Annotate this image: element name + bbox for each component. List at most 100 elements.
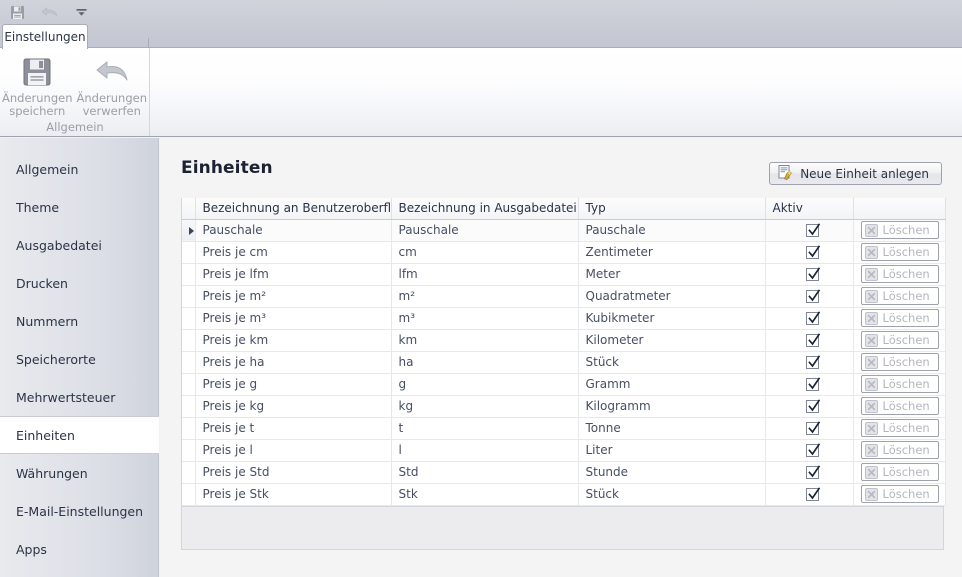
aktiv-checkbox[interactable] bbox=[806, 465, 821, 479]
discard-changes-button[interactable]: Änderungen verwerfen bbox=[75, 48, 150, 120]
cell-ui-name[interactable]: Preis je ha bbox=[195, 351, 392, 374]
cell-aktiv[interactable] bbox=[765, 417, 854, 440]
column-header-aktiv[interactable]: Aktiv bbox=[765, 198, 854, 220]
delete-row-button[interactable]: Löschen bbox=[860, 463, 939, 481]
column-header-typ[interactable]: Typ bbox=[578, 198, 766, 220]
row-indicator-cell[interactable] bbox=[182, 307, 196, 330]
cell-aktiv[interactable] bbox=[765, 329, 854, 352]
cell-typ[interactable]: Stunde bbox=[578, 461, 766, 484]
table-row[interactable]: Preis je Stk Stk Stück Löschen bbox=[182, 483, 946, 506]
delete-row-button[interactable]: Löschen bbox=[860, 375, 939, 393]
save-icon[interactable] bbox=[8, 3, 26, 21]
cell-typ[interactable]: Gramm bbox=[578, 373, 766, 396]
cell-typ[interactable]: Pauschale bbox=[578, 219, 766, 242]
tab-einstellungen[interactable]: Einstellungen bbox=[2, 24, 88, 49]
cell-ui-name[interactable]: Preis je km bbox=[195, 329, 392, 352]
sidebar-item-apps[interactable]: Apps bbox=[0, 530, 158, 568]
table-row[interactable]: Preis je cm cm Zentimeter Löschen bbox=[182, 241, 946, 264]
sidebar-item-nummern[interactable]: Nummern bbox=[0, 302, 158, 340]
cell-ui-name[interactable]: Preis je m³ bbox=[195, 307, 392, 330]
row-indicator-cell[interactable] bbox=[182, 417, 196, 440]
sidebar-item-einheiten[interactable]: Einheiten bbox=[0, 416, 159, 454]
cell-typ[interactable]: Tonne bbox=[578, 417, 766, 440]
aktiv-checkbox[interactable] bbox=[806, 223, 821, 237]
delete-row-button[interactable]: Löschen bbox=[860, 309, 939, 327]
delete-row-button[interactable]: Löschen bbox=[860, 397, 939, 415]
cell-aktiv[interactable] bbox=[765, 285, 854, 308]
aktiv-checkbox[interactable] bbox=[806, 267, 821, 281]
delete-row-button[interactable]: Löschen bbox=[860, 221, 939, 239]
cell-aktiv[interactable] bbox=[765, 351, 854, 374]
cell-typ[interactable]: Liter bbox=[578, 439, 766, 462]
table-row[interactable]: Preis je m³ m³ Kubikmeter Löschen bbox=[182, 307, 946, 330]
cell-output-name[interactable]: m² bbox=[391, 285, 579, 308]
sidebar-item-theme[interactable]: Theme bbox=[0, 188, 158, 226]
table-row[interactable]: Pauschale Pauschale Pauschale Löschen bbox=[182, 219, 946, 242]
cell-typ[interactable]: Kilogramm bbox=[578, 395, 766, 418]
aktiv-checkbox[interactable] bbox=[806, 289, 821, 303]
aktiv-checkbox[interactable] bbox=[806, 355, 821, 369]
sidebar-item-speicherorte[interactable]: Speicherorte bbox=[0, 340, 158, 378]
cell-aktiv[interactable] bbox=[765, 241, 854, 264]
cell-aktiv[interactable] bbox=[765, 307, 854, 330]
save-changes-button[interactable]: Änderungen speichern bbox=[0, 48, 75, 120]
cell-output-name[interactable]: ha bbox=[391, 351, 579, 374]
cell-ui-name[interactable]: Preis je t bbox=[195, 417, 392, 440]
row-indicator-cell[interactable] bbox=[182, 263, 196, 286]
cell-typ[interactable]: Kubikmeter bbox=[578, 307, 766, 330]
cell-ui-name[interactable]: Preis je m² bbox=[195, 285, 392, 308]
aktiv-checkbox[interactable] bbox=[806, 487, 821, 501]
cell-typ[interactable]: Meter bbox=[578, 263, 766, 286]
sidebar-item-drucken[interactable]: Drucken bbox=[0, 264, 158, 302]
row-indicator-cell[interactable] bbox=[182, 329, 196, 352]
table-row[interactable]: Preis je km km Kilometer Löschen bbox=[182, 329, 946, 352]
cell-aktiv[interactable] bbox=[765, 373, 854, 396]
aktiv-checkbox[interactable] bbox=[806, 333, 821, 347]
cell-ui-name[interactable]: Pauschale bbox=[195, 219, 392, 242]
cell-aktiv[interactable] bbox=[765, 219, 854, 242]
table-row[interactable]: Preis je m² m² Quadratmeter Löschen bbox=[182, 285, 946, 308]
cell-ui-name[interactable]: Preis je l bbox=[195, 439, 392, 462]
delete-row-button[interactable]: Löschen bbox=[860, 353, 939, 371]
cell-ui-name[interactable]: Preis je g bbox=[195, 373, 392, 396]
cell-output-name[interactable]: l bbox=[391, 439, 579, 462]
aktiv-checkbox[interactable] bbox=[806, 245, 821, 259]
sidebar-item-allgemein[interactable]: Allgemein bbox=[0, 150, 158, 188]
cell-ui-name[interactable]: Preis je cm bbox=[195, 241, 392, 264]
table-row[interactable]: Preis je Std Std Stunde Löschen bbox=[182, 461, 946, 484]
cell-output-name[interactable]: km bbox=[391, 329, 579, 352]
delete-row-button[interactable]: Löschen bbox=[860, 485, 939, 503]
row-indicator-cell[interactable] bbox=[182, 395, 196, 418]
cell-aktiv[interactable] bbox=[765, 461, 854, 484]
delete-row-button[interactable]: Löschen bbox=[860, 441, 939, 459]
aktiv-checkbox[interactable] bbox=[806, 377, 821, 391]
cell-output-name[interactable]: lfm bbox=[391, 263, 579, 286]
cell-aktiv[interactable] bbox=[765, 439, 854, 462]
cell-typ[interactable]: Zentimeter bbox=[578, 241, 766, 264]
table-row[interactable]: Preis je kg kg Kilogramm Löschen bbox=[182, 395, 946, 418]
cell-output-name[interactable]: m³ bbox=[391, 307, 579, 330]
table-row[interactable]: Preis je ha ha Stück Löschen bbox=[182, 351, 946, 374]
aktiv-checkbox[interactable] bbox=[806, 399, 821, 413]
cell-typ[interactable]: Stück bbox=[578, 351, 766, 374]
delete-row-button[interactable]: Löschen bbox=[860, 419, 939, 437]
aktiv-checkbox[interactable] bbox=[806, 311, 821, 325]
sidebar-item-e-mail-einstellungen[interactable]: E-Mail-Einstellungen bbox=[0, 492, 158, 530]
cell-output-name[interactable]: g bbox=[391, 373, 579, 396]
sidebar-item-ausgabedatei[interactable]: Ausgabedatei bbox=[0, 226, 158, 264]
row-indicator-cell[interactable] bbox=[182, 285, 196, 308]
cell-output-name[interactable]: t bbox=[391, 417, 579, 440]
aktiv-checkbox[interactable] bbox=[806, 443, 821, 457]
table-row[interactable]: Preis je lfm lfm Meter Löschen bbox=[182, 263, 946, 286]
row-indicator-cell[interactable] bbox=[182, 373, 196, 396]
cell-output-name[interactable]: kg bbox=[391, 395, 579, 418]
cell-typ[interactable]: Stück bbox=[578, 483, 766, 506]
column-header-output-name[interactable]: Bezeichnung in Ausgabedatei bbox=[391, 198, 579, 220]
delete-row-button[interactable]: Löschen bbox=[860, 243, 939, 261]
row-indicator-cell[interactable] bbox=[182, 219, 196, 242]
cell-aktiv[interactable] bbox=[765, 483, 854, 506]
cell-output-name[interactable]: Pauschale bbox=[391, 219, 579, 242]
cell-ui-name[interactable]: Preis je kg bbox=[195, 395, 392, 418]
table-row[interactable]: Preis je l l Liter Löschen bbox=[182, 439, 946, 462]
sidebar-item-w-hrungen[interactable]: Währungen bbox=[0, 454, 158, 492]
